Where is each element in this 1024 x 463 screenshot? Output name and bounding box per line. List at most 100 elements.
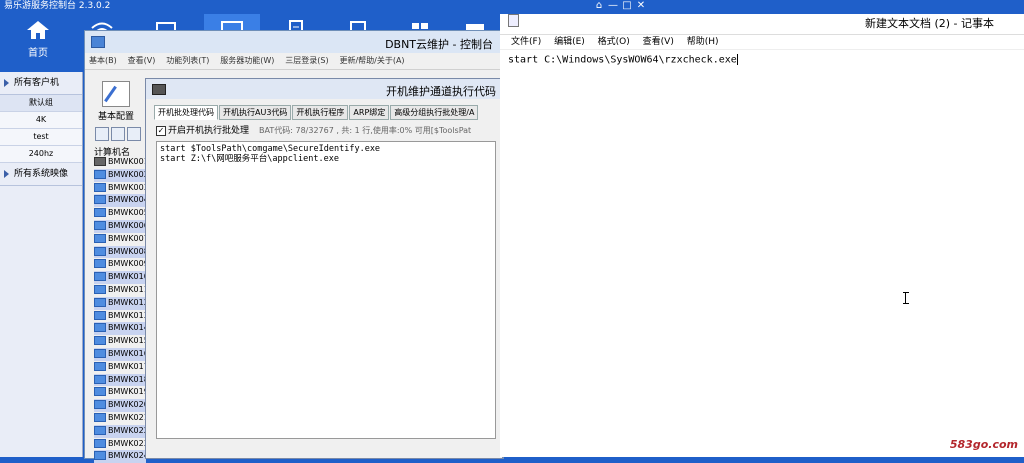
- menu-help[interactable]: 帮助(H): [687, 37, 719, 47]
- menu-view[interactable]: 查看(V): [128, 56, 156, 65]
- menu-file[interactable]: 文件(F): [511, 37, 541, 47]
- computer-row[interactable]: BMWK003: [94, 182, 146, 195]
- watermark: 583go.com: [949, 438, 1018, 451]
- computer-row[interactable]: BMWK001: [94, 156, 146, 169]
- dbnt-title: DBNT云维护 - 控制台: [385, 38, 493, 51]
- computer-row[interactable]: BMWK023: [94, 438, 146, 451]
- computer-row[interactable]: BMWK004: [94, 194, 146, 208]
- enable-batch-label: 开启开机执行批处理: [168, 126, 250, 136]
- group-item[interactable]: 4K: [0, 112, 82, 129]
- computer-name: BMWK009: [108, 259, 146, 269]
- computer-row[interactable]: BMWK014: [94, 322, 146, 336]
- close-icon[interactable]: ✕: [634, 0, 648, 12]
- app-title: 易乐游服务控制台 2.3.0.2: [4, 1, 111, 11]
- notepad-menubar: 文件(F) 编辑(E) 格式(O) 查看(V) 帮助(H): [500, 35, 1024, 50]
- all-clients-header[interactable]: 所有客户机: [0, 72, 82, 95]
- computer-row[interactable]: BMWK011: [94, 284, 146, 297]
- menu-functions[interactable]: 功能列表(T): [166, 56, 209, 65]
- tab-run-program[interactable]: 开机执行程序: [292, 105, 349, 120]
- notepad-text-area[interactable]: start C:\Windows\SysWOW64\rzxcheck.exe: [508, 54, 738, 66]
- nav-home-button[interactable]: 首页: [10, 14, 66, 72]
- boot-maintenance-window: 开机维护通道执行代码 开机批处理代码 开机执行AU3代码 开机执行程序 ARP绑定 高级…: [145, 78, 503, 459]
- tab-arp-bind[interactable]: ARP绑定: [349, 105, 390, 120]
- window-icon: [152, 84, 166, 95]
- computer-row[interactable]: BMWK002: [94, 168, 146, 182]
- child-titlebar[interactable]: 开机维护通道执行代码: [146, 79, 502, 99]
- monitor-icon: [94, 233, 106, 243]
- tab-group-batch[interactable]: 高级分组执行批处理/A: [390, 105, 479, 120]
- monitor-icon: [94, 323, 106, 333]
- dbnt-titlebar[interactable]: DBNT云维护 - 控制台: [85, 31, 503, 53]
- maximize-icon[interactable]: □: [620, 0, 634, 12]
- enable-batch-checkbox[interactable]: ✓: [156, 125, 166, 136]
- monitor-icon: [94, 157, 106, 166]
- monitor-icon: [94, 348, 106, 358]
- computer-row[interactable]: BMWK021: [94, 412, 146, 425]
- monitor-icon: [94, 425, 106, 435]
- computer-name: BMWK023: [108, 438, 146, 448]
- monitor-icon: [94, 387, 106, 397]
- all-images-header[interactable]: 所有系统映像: [0, 163, 82, 186]
- computer-row[interactable]: BMWK008: [94, 245, 146, 259]
- computer-row[interactable]: BMWK015: [94, 335, 146, 348]
- computer-name: BMWK002: [108, 169, 146, 179]
- home-control-icon[interactable]: ⌂: [592, 0, 606, 12]
- notepad-content: start C:\Windows\SysWOW64\rzxcheck.exe: [508, 54, 737, 66]
- computer-row[interactable]: BMWK005: [94, 207, 146, 220]
- computer-name: BMWK011: [108, 284, 146, 294]
- computer-row[interactable]: BMWK013: [94, 310, 146, 323]
- group-item[interactable]: test: [0, 129, 82, 146]
- computer-row[interactable]: BMWK017: [94, 361, 146, 374]
- computer-name: BMWK003: [108, 182, 146, 192]
- group-item[interactable]: 240hz: [0, 146, 82, 163]
- monitor-icon: [94, 412, 106, 422]
- basic-config-button[interactable]: 基本配置: [93, 81, 139, 122]
- monitor-icon: [94, 361, 106, 371]
- menu-basic[interactable]: 基本(B): [89, 56, 117, 65]
- all-images-label: 所有系统映像: [14, 169, 69, 179]
- computer-name: BMWK008: [108, 246, 146, 256]
- menu-help[interactable]: 更新/帮助/关于(A): [339, 56, 404, 65]
- computer-row[interactable]: BMWK009: [94, 258, 146, 271]
- group-item[interactable]: 默认组: [0, 95, 82, 112]
- basic-config-label: 基本配置: [97, 112, 134, 122]
- monitor-icon: [94, 310, 106, 320]
- enable-batch-row: ✓ 开启开机执行批处理 BAT代码: 78/32767 , 共: 1 行,使用率:0…: [156, 123, 471, 136]
- computer-name: BMWK004: [108, 195, 146, 205]
- computer-name: BMWK017: [108, 361, 146, 371]
- table-icon[interactable]: [127, 127, 141, 141]
- search-icon[interactable]: [95, 127, 109, 141]
- tab-strip: 开机批处理代码 开机执行AU3代码 开机执行程序 ARP绑定 高级分组执行批处理/A: [154, 105, 479, 120]
- computer-row[interactable]: BMWK007: [94, 233, 146, 246]
- computer-row[interactable]: BMWK019: [94, 386, 146, 399]
- client-group-panel: 所有客户机 默认组 4K test 240hz 所有系统映像: [0, 72, 83, 457]
- menu-format[interactable]: 格式(O): [598, 37, 630, 47]
- monitor-icon: [94, 400, 106, 410]
- tab-au3-code[interactable]: 开机执行AU3代码: [219, 105, 292, 120]
- computer-row[interactable]: BMWK020: [94, 399, 146, 412]
- computer-name: BMWK005: [108, 208, 146, 218]
- computer-row[interactable]: BMWK016: [94, 347, 146, 361]
- monitor-icon: [94, 336, 106, 346]
- monitor-icon: [94, 182, 106, 192]
- refresh-icon[interactable]: [111, 127, 125, 141]
- computer-row[interactable]: BMWK018: [94, 373, 146, 387]
- minimize-icon[interactable]: —: [606, 0, 620, 12]
- child-title: 开机维护通道执行代码: [386, 85, 496, 98]
- computer-list: BMWK001 BMWK002 BMWK003 BMWK004 BMWK005 BMWK0…: [94, 156, 146, 463]
- window-controls: ⌂ — □ ✕: [592, 0, 648, 12]
- menu-view[interactable]: 查看(V): [643, 37, 674, 47]
- menu-server[interactable]: 服务器功能(W): [220, 56, 274, 65]
- menu-edit[interactable]: 编辑(E): [554, 37, 585, 47]
- expand-arrow-icon: [4, 78, 9, 87]
- computer-row[interactable]: BMWK006: [94, 219, 146, 233]
- monitor-icon: [94, 208, 106, 218]
- menu-login[interactable]: 三层登录(S): [285, 56, 328, 65]
- batch-code-editor[interactable]: start $ToolsPath\comgame\SecureIdentify.…: [156, 141, 496, 439]
- computer-name: BMWK013: [108, 310, 146, 320]
- computer-row[interactable]: BMWK012: [94, 296, 146, 310]
- computer-row[interactable]: BMWK010: [94, 271, 146, 284]
- computer-name: BMWK024: [108, 451, 146, 461]
- computer-row[interactable]: BMWK022: [94, 424, 146, 438]
- tab-batch-code[interactable]: 开机批处理代码: [154, 105, 218, 120]
